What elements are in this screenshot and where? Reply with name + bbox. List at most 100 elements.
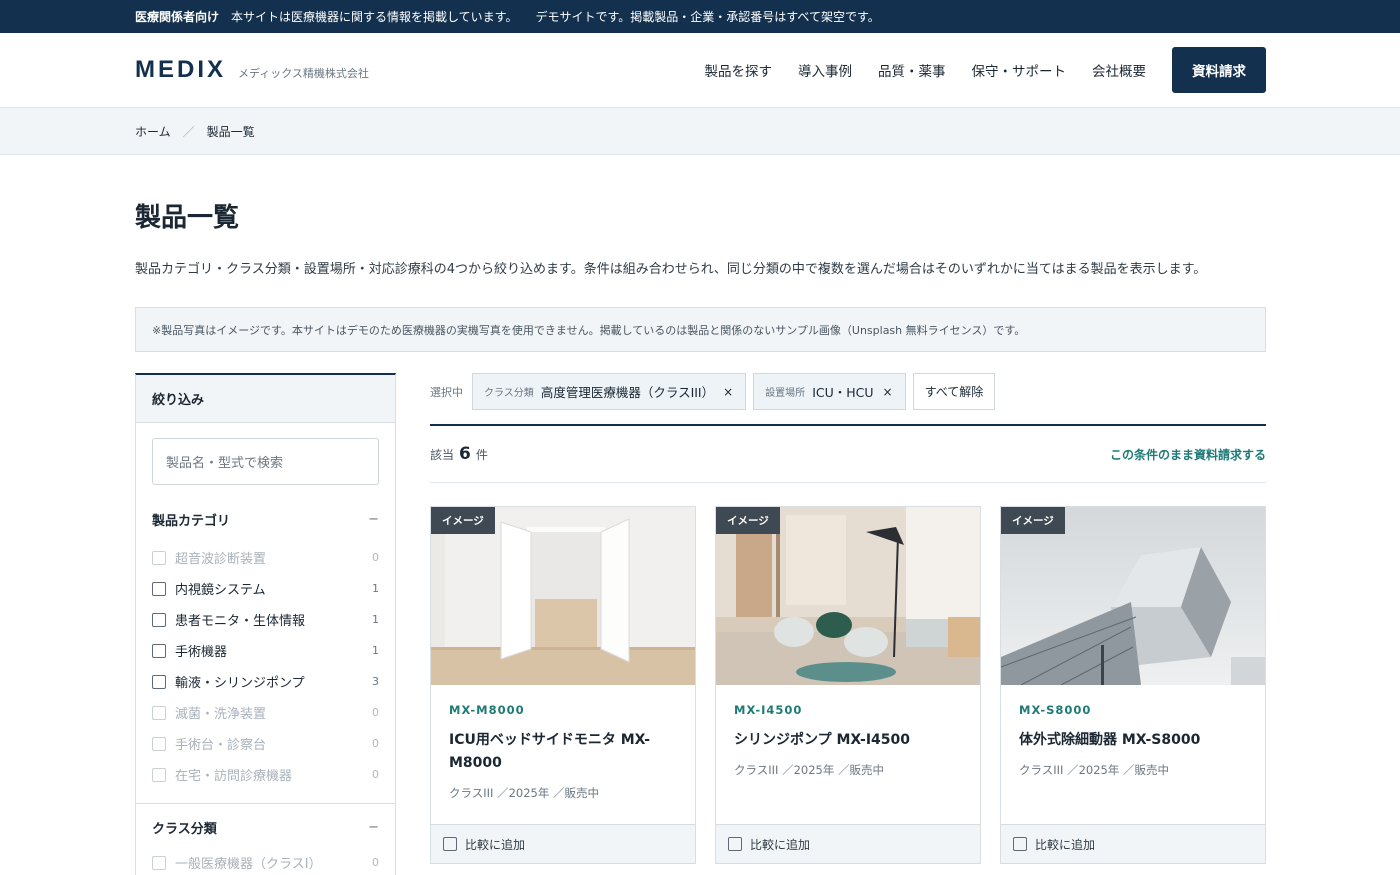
- filter-option-operating-table: 手術台・診察台 0: [136, 728, 395, 759]
- filter-option-ultrasound: 超音波診断装置 0: [136, 542, 395, 573]
- collapse-icon[interactable]: −: [368, 512, 379, 527]
- chip-key: クラス分類: [484, 388, 534, 399]
- checkbox: [152, 736, 166, 751]
- active-filters-label: 選択中: [430, 385, 463, 399]
- request-materials-button[interactable]: 資料請求: [1172, 47, 1266, 93]
- filter-chip-class[interactable]: クラス分類 高度管理医療機器（クラスIII） ×: [472, 373, 747, 410]
- checkbox[interactable]: [152, 643, 166, 658]
- category-group-header[interactable]: 製品カテゴリ −: [136, 499, 395, 539]
- site-header: MEDIX メディックス精機株式会社 製品を探す 導入事例 品質・薬事 保守・サ…: [0, 33, 1400, 108]
- filter-option-endoscope[interactable]: 内視鏡システム 1: [136, 573, 395, 604]
- checkbox: [152, 855, 166, 870]
- option-label: 患者モニタ・生体情報: [175, 614, 306, 629]
- checkbox: [152, 767, 166, 782]
- option-count: 0: [372, 768, 379, 781]
- clear-all-button[interactable]: すべて解除: [912, 373, 996, 410]
- option-count: 0: [372, 737, 379, 750]
- product-model: MX-M8000: [449, 703, 525, 717]
- chip-value: 高度管理医療機器（クラスIII）: [540, 385, 715, 400]
- option-label: 一般医療機器（クラスI）: [175, 857, 322, 872]
- checkbox[interactable]: [728, 837, 742, 851]
- nav-cases[interactable]: 導入事例: [798, 60, 852, 80]
- product-model: MX-I4500: [734, 703, 803, 717]
- product-meta: クラスIII ／2025年 ／販売中: [449, 786, 600, 800]
- notice-bar: 医療関係者向け 本サイトは医療機器に関する情報を掲載しています。 デモサイトです…: [0, 0, 1400, 33]
- compare-toggle[interactable]: 比較に追加: [1001, 824, 1265, 863]
- checkbox[interactable]: [152, 612, 166, 627]
- checkbox[interactable]: [152, 581, 166, 596]
- option-count: 0: [372, 551, 379, 564]
- option-count: 0: [372, 856, 379, 869]
- remove-icon[interactable]: ×: [723, 385, 733, 399]
- class-group-title: クラス分類: [152, 821, 217, 837]
- notice-label: 医療関係者向け: [135, 10, 220, 24]
- option-count: 1: [372, 582, 379, 595]
- result-count-bar: 該当 6 件 この条件のまま資料請求する: [430, 426, 1266, 483]
- product-name[interactable]: シリンジポンプ MX-I4500: [734, 729, 962, 752]
- option-count: 0: [372, 706, 379, 719]
- filter-option-sterilization: 滅菌・洗浄装置 0: [136, 697, 395, 728]
- notice-text: 本サイトは医療機器に関する情報を掲載しています。: [231, 10, 518, 24]
- product-meta: クラスIII ／2025年 ／販売中: [734, 763, 885, 777]
- option-label: 輸液・シリンジポンプ: [175, 676, 305, 691]
- chip-value: ICU・HCU: [812, 385, 874, 400]
- product-name[interactable]: 体外式除細動器 MX-S8000: [1019, 729, 1247, 752]
- product-image[interactable]: イメージ: [431, 507, 695, 685]
- product-image[interactable]: イメージ: [716, 507, 980, 685]
- request-with-conditions-link[interactable]: この条件のまま資料請求する: [1110, 446, 1266, 463]
- class-group-header[interactable]: クラス分類 −: [136, 807, 395, 847]
- page-title: 製品一覧: [135, 203, 240, 233]
- option-label: 滅菌・洗浄装置: [175, 707, 267, 722]
- image-tag: イメージ: [716, 507, 780, 534]
- checkbox[interactable]: [152, 674, 166, 689]
- photo-notice: ※製品写真はイメージです。本サイトはデモのため医療機器の実機写真を使用できません…: [135, 307, 1266, 352]
- product-grid: イメージ MX-M8000 ICU用ベッドサイドモニタ MX-M8000 クラス…: [430, 506, 1266, 864]
- checkbox[interactable]: [443, 837, 457, 851]
- remove-icon[interactable]: ×: [883, 385, 893, 399]
- results-panel: 選択中 クラス分類 高度管理医療機器（クラスIII） × 設置場所 ICU・HC…: [430, 373, 1266, 875]
- main-content: 製品一覧 製品カテゴリ・クラス分類・設置場所・対応診療科の4つから絞り込めます。…: [0, 197, 1400, 875]
- product-card[interactable]: イメージ MX-M8000 ICU用ベッドサイドモニタ MX-M8000 クラス…: [430, 506, 696, 864]
- collapse-icon[interactable]: −: [368, 820, 379, 835]
- product-meta: クラスIII ／2025年 ／販売中: [1019, 763, 1170, 777]
- company-name: メディックス精機株式会社: [238, 67, 369, 80]
- option-label: 在宅・訪問診療機器: [175, 769, 293, 784]
- filter-option-infusion[interactable]: 輸液・シリンジポンプ 3: [136, 666, 395, 697]
- filter-option-patient-monitor[interactable]: 患者モニタ・生体情報 1: [136, 604, 395, 635]
- product-image[interactable]: イメージ: [1001, 507, 1265, 685]
- active-filters: 選択中 クラス分類 高度管理医療機器（クラスIII） × 設置場所 ICU・HC…: [430, 373, 1266, 410]
- category-group-title: 製品カテゴリ: [152, 513, 231, 529]
- filter-option-class-1: 一般医療機器（クラスI） 0: [136, 847, 395, 875]
- result-count-prefix: 該当: [430, 447, 455, 462]
- nav-products[interactable]: 製品を探す: [705, 60, 773, 80]
- search-input[interactable]: 製品名・型式で検索: [152, 438, 379, 485]
- checkbox: [152, 550, 166, 565]
- result-count-suffix: 件: [475, 447, 488, 462]
- checkbox[interactable]: [1013, 837, 1027, 851]
- option-label: 超音波診断装置: [175, 552, 267, 567]
- nav-company[interactable]: 会社概要: [1092, 60, 1146, 80]
- breadcrumb-current: 製品一覧: [206, 124, 255, 139]
- option-label: 手術機器: [175, 645, 228, 660]
- product-model: MX-S8000: [1019, 703, 1092, 717]
- result-count: 6: [459, 444, 471, 464]
- product-card[interactable]: イメージ MX-I4500 シリンジポンプ MX-I4500 クラスIII ／2…: [715, 506, 981, 864]
- nav-support[interactable]: 保守・サポート: [972, 60, 1067, 80]
- image-tag: イメージ: [431, 507, 495, 534]
- option-count: 3: [372, 675, 379, 688]
- compare-toggle[interactable]: 比較に追加: [716, 824, 980, 863]
- option-count: 1: [372, 613, 379, 626]
- breadcrumb: ホーム ／ 製品一覧: [0, 108, 1400, 155]
- breadcrumb-separator: ／: [182, 124, 195, 139]
- filter-option-surgical[interactable]: 手術機器 1: [136, 635, 395, 666]
- nav-quality[interactable]: 品質・薬事: [878, 60, 946, 80]
- image-tag: イメージ: [1001, 507, 1065, 534]
- product-card[interactable]: イメージ MX-S8000 体外式除細動器 MX-S8000 クラスIII ／2…: [1000, 506, 1266, 864]
- filter-chip-location[interactable]: 設置場所 ICU・HCU ×: [753, 373, 906, 410]
- compare-label: 比較に追加: [750, 837, 811, 852]
- product-name[interactable]: ICU用ベッドサイドモニタ MX-M8000: [449, 729, 677, 775]
- breadcrumb-home[interactable]: ホーム: [135, 123, 171, 140]
- main-nav: 製品を探す 導入事例 品質・薬事 保守・サポート 会社概要: [705, 60, 1147, 80]
- logo[interactable]: MEDIX: [135, 56, 226, 84]
- compare-toggle[interactable]: 比較に追加: [431, 824, 695, 863]
